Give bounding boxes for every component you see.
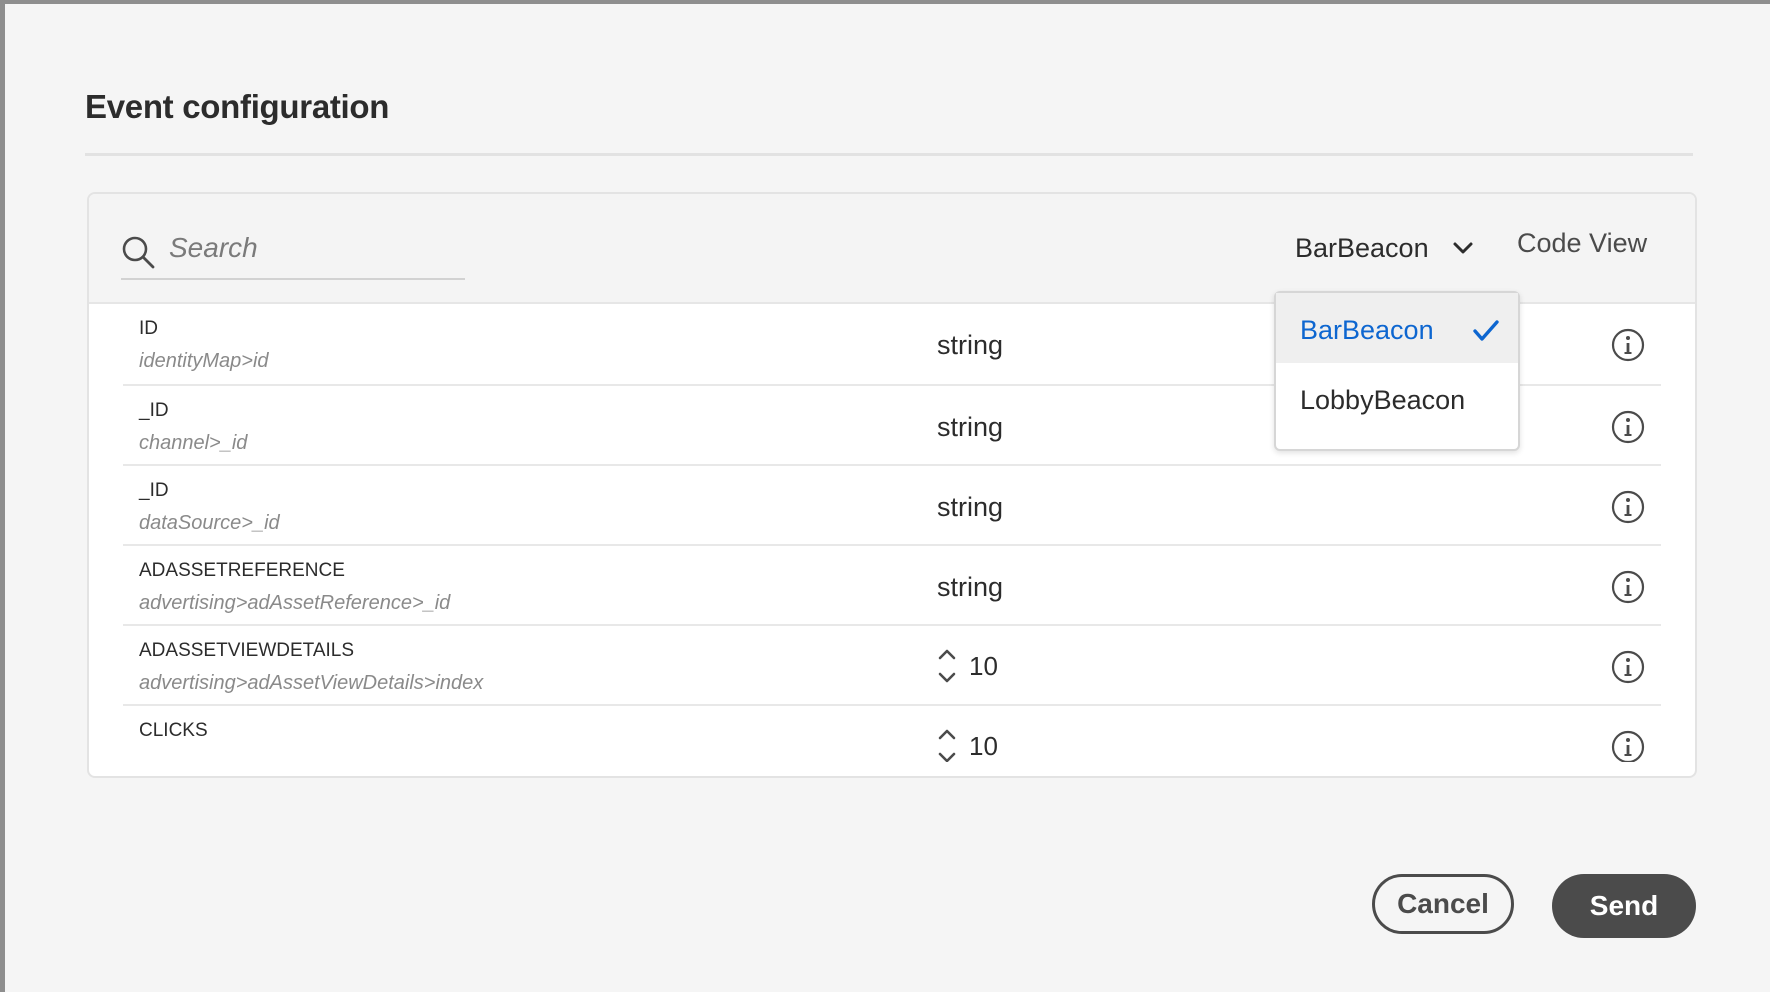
dropdown-option-label: LobbyBeacon bbox=[1300, 385, 1466, 415]
field-name: _ID bbox=[139, 400, 169, 421]
info-icon[interactable] bbox=[1611, 650, 1645, 684]
field-name: ID bbox=[139, 318, 158, 339]
field-row: ADASSETREFERENCE advertising>adAssetRefe… bbox=[123, 546, 1661, 626]
cancel-button[interactable]: Cancel bbox=[1372, 874, 1514, 934]
number-stepper-icon[interactable] bbox=[937, 726, 957, 762]
dialog-title: Event configuration bbox=[85, 88, 390, 125]
field-row: _ID dataSource>_id string bbox=[123, 466, 1661, 546]
field-row: CLICKS 10 bbox=[123, 706, 1661, 762]
info-icon[interactable] bbox=[1611, 328, 1645, 362]
search-input[interactable]: Search bbox=[169, 232, 258, 264]
dropdown-option-label: BarBeacon bbox=[1300, 315, 1434, 345]
field-type: string bbox=[937, 492, 1004, 522]
field-path: dataSource>_id bbox=[139, 512, 280, 534]
code-view-button[interactable]: Code View bbox=[1517, 228, 1647, 259]
field-name: ADASSETVIEWDETAILS bbox=[139, 640, 355, 661]
field-path: channel>_id bbox=[139, 432, 248, 454]
field-value[interactable]: 10 bbox=[969, 731, 998, 762]
event-picker[interactable]: BarBeacon bbox=[1295, 228, 1475, 268]
number-stepper-icon[interactable] bbox=[937, 646, 957, 686]
send-button[interactable]: Send bbox=[1552, 874, 1696, 938]
info-icon[interactable] bbox=[1611, 570, 1645, 604]
event-dropdown-menu: BarBeacon LobbyBeacon bbox=[1274, 291, 1520, 451]
event-picker-label: BarBeacon bbox=[1295, 232, 1429, 263]
search-icon bbox=[122, 236, 155, 269]
field-path: advertising>adAssetViewDetails>index bbox=[139, 672, 484, 694]
chevron-down-icon bbox=[1453, 242, 1473, 254]
field-path: advertising>adAssetReference>_id bbox=[139, 592, 451, 614]
field-type: string bbox=[937, 572, 1004, 602]
event-configuration-dialog: Event configuration Search BarBeacon Cod… bbox=[5, 4, 1770, 992]
panel-toolbar: Search BarBeacon Code View bbox=[89, 194, 1695, 304]
field-name: ADASSETREFERENCE bbox=[139, 560, 345, 581]
search-field[interactable]: Search bbox=[121, 226, 465, 280]
field-name: CLICKS bbox=[139, 720, 208, 741]
title-divider bbox=[85, 153, 1693, 156]
checkmark-icon bbox=[1473, 320, 1499, 341]
field-type: string bbox=[937, 330, 1004, 360]
dropdown-option-lobbybeacon[interactable]: LobbyBeacon bbox=[1276, 363, 1518, 433]
fields-panel: Search BarBeacon Code View ID identityMa… bbox=[87, 192, 1697, 778]
field-row: ADASSETVIEWDETAILS advertising>adAssetVi… bbox=[123, 626, 1661, 706]
field-type: string bbox=[937, 412, 1004, 442]
info-icon[interactable] bbox=[1611, 730, 1645, 762]
field-path: identityMap>id bbox=[139, 350, 269, 372]
field-name: _ID bbox=[139, 480, 169, 501]
dropdown-option-barbeacon[interactable]: BarBeacon bbox=[1276, 293, 1518, 363]
info-icon[interactable] bbox=[1611, 490, 1645, 524]
field-value[interactable]: 10 bbox=[969, 651, 998, 682]
info-icon[interactable] bbox=[1611, 410, 1645, 444]
